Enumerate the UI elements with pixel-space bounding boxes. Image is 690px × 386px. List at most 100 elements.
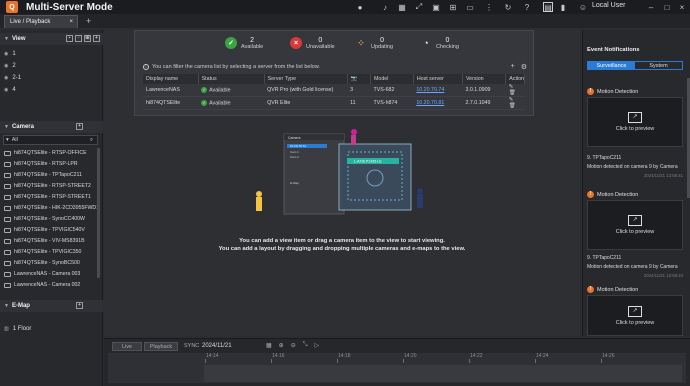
- fit-icon[interactable]: ⤡: [303, 342, 308, 349]
- chevron-down-icon[interactable]: ▼: [4, 124, 9, 130]
- camera-list-item[interactable]: hi874QTSElite - RTSP-OFFICE: [4, 148, 100, 158]
- eye-icon[interactable]: ◉: [4, 87, 8, 93]
- eye-icon[interactable]: ◉: [4, 51, 8, 57]
- main-view-area: ✓ 2 Available × 0 Unavailable ⁘ 0 Updating …: [104, 30, 580, 336]
- app-logo-icon: Q: [6, 1, 18, 13]
- view-item[interactable]: ◉ 2-1: [4, 75, 21, 81]
- add-view-icon[interactable]: +: [93, 35, 100, 42]
- more-icon[interactable]: ⋮: [484, 2, 494, 12]
- server-table: Display name Status Server Type 📷 Model …: [143, 74, 525, 110]
- event-camera[interactable]: 9. TPTapoC211: [587, 155, 621, 161]
- camera-filter-select[interactable]: ▾ All ⌕: [3, 135, 98, 145]
- event-preview[interactable]: ↗ Click to preview: [587, 200, 683, 250]
- timeline-date[interactable]: 2024/11/21: [202, 343, 232, 349]
- host-server-link[interactable]: 10.20.70.81: [416, 100, 444, 106]
- layout-icon[interactable]: ▦: [397, 2, 407, 12]
- view-section-header[interactable]: ▼ View ▪ ▫ ⊞ +: [0, 33, 103, 45]
- lock-icon[interactable]: ▪: [66, 35, 73, 42]
- column-header[interactable]: Status: [198, 74, 265, 84]
- table-row[interactable]: hi874QTSElite ✓ Available QVR Elite 11 TV…: [143, 96, 525, 110]
- delete-icon[interactable]: 🗑: [509, 103, 516, 109]
- eye-icon[interactable]: ◉: [4, 75, 8, 81]
- playback-button[interactable]: Playback: [144, 342, 178, 351]
- column-header[interactable]: Model: [370, 74, 414, 84]
- add-tab-button[interactable]: +: [86, 16, 91, 26]
- empty-view-hint: You can add a view item or drag a camera…: [239, 238, 445, 244]
- event-tabs: Surveillance System: [587, 61, 683, 70]
- view-item[interactable]: ◉ 2: [4, 63, 16, 69]
- camera-list-scrollbar[interactable]: [97, 148, 100, 278]
- fit-icon[interactable]: ⤢: [414, 2, 424, 12]
- chevron-down-icon[interactable]: ▼: [4, 36, 9, 42]
- column-header[interactable]: Version: [462, 74, 507, 84]
- camera-list-item[interactable]: hi874QTSElite - RTSP-STREET1: [4, 192, 100, 202]
- event-preview[interactable]: ↗ Click to preview: [587, 97, 683, 147]
- add-server-icon[interactable]: +: [511, 63, 515, 71]
- tab-system[interactable]: System: [635, 62, 682, 69]
- view-item[interactable]: ◉ 1: [4, 51, 16, 57]
- view-item[interactable]: ◉ 4: [4, 87, 16, 93]
- zoom-in-icon[interactable]: ⊕: [279, 342, 284, 349]
- tab-close-icon[interactable]: ×: [69, 19, 73, 25]
- event-header: ! Motion Detection: [587, 88, 638, 95]
- delete-icon[interactable]: 🗑: [509, 90, 516, 96]
- close-icon[interactable]: ×: [677, 2, 687, 12]
- timeline-track[interactable]: [204, 365, 682, 382]
- maximize-icon[interactable]: □: [662, 2, 672, 12]
- eye-icon[interactable]: ◉: [4, 63, 8, 69]
- add-camera-icon[interactable]: +: [76, 123, 83, 130]
- minimize-icon[interactable]: –: [646, 2, 656, 12]
- snapshot-icon[interactable]: ▣: [431, 2, 441, 12]
- column-header[interactable]: Host server: [413, 74, 463, 84]
- tab-bar: Live / Playback × +: [0, 14, 690, 28]
- event-camera[interactable]: 9. TPTapoC211: [587, 255, 621, 261]
- camera-list-item[interactable]: hi874QTSElite - TPTapoC211: [4, 170, 100, 180]
- live-button[interactable]: Live: [112, 342, 142, 351]
- user-name[interactable]: Local User: [592, 2, 625, 9]
- column-header[interactable]: Display name: [143, 74, 199, 84]
- camera-section-header[interactable]: ▼ Camera +: [0, 121, 103, 133]
- camera-list-item[interactable]: hi874QTSElite - VIV-MS8391B: [4, 236, 100, 246]
- sync-icon[interactable]: ↻: [503, 2, 513, 12]
- camera-list-item[interactable]: hi874QTSElite - SynoBC500: [4, 258, 100, 268]
- timeline-ruler[interactable]: 14:14 14:16 14:18 14:20 14:22 14:24 14:26: [108, 353, 686, 383]
- warning-icon: !: [587, 88, 594, 95]
- camera-count-column-header[interactable]: 📷: [347, 74, 372, 84]
- search-icon[interactable]: ⌕: [90, 137, 93, 144]
- play-icon[interactable]: ▷: [315, 342, 320, 349]
- camera-list-item[interactable]: hi874QTSElite - RTSP-LPR: [4, 159, 100, 169]
- event-preview[interactable]: ↗ Click to preview: [587, 295, 683, 336]
- table-row[interactable]: LawrenceNAS ✓ Available QVR Pro (with Gol…: [143, 84, 525, 97]
- camera-list-item[interactable]: hi874QTSElite - TPVIGIC350: [4, 247, 100, 257]
- calendar-icon[interactable]: ▦: [266, 342, 272, 349]
- user-icon[interactable]: ☺: [578, 2, 588, 12]
- stat-available: ✓ 2 Available: [225, 32, 263, 54]
- host-server-link[interactable]: 10.20.70.74: [416, 87, 444, 93]
- column-header[interactable]: Server Type: [264, 74, 348, 84]
- grid-icon[interactable]: ⊞: [84, 35, 91, 42]
- layout-toggle-icon[interactable]: ▤: [543, 2, 553, 12]
- volume-icon[interactable]: ♪: [380, 2, 390, 12]
- monitor-icon[interactable]: ▭: [465, 2, 475, 12]
- camera-list-item[interactable]: hi874QTSElite - TPVIGIC540V: [4, 225, 100, 235]
- copy-icon[interactable]: ▫: [75, 35, 82, 42]
- camera-list-item[interactable]: hi874QTSElite - SynoCC400W: [4, 214, 100, 224]
- emap-section-header[interactable]: ▼ E-Map +: [0, 300, 103, 312]
- settings-icon[interactable]: ⚙: [521, 63, 527, 71]
- tab-surveillance[interactable]: Surveillance: [588, 62, 635, 69]
- notification-icon[interactable]: ●: [355, 2, 365, 12]
- zoom-out-icon[interactable]: ⊖: [291, 342, 296, 349]
- grid-icon[interactable]: ⊞: [448, 2, 458, 12]
- camera-list-item[interactable]: hi874QTSElite - HIK-2CD3955FWD1: [4, 203, 100, 213]
- add-emap-icon[interactable]: +: [76, 302, 83, 309]
- camera-list-item[interactable]: hi874QTSElite - RTSP-STREET2: [4, 181, 100, 191]
- help-icon[interactable]: ?: [522, 2, 532, 12]
- panel-icon[interactable]: ▮: [558, 2, 568, 12]
- camera-label: hi874QTSElite - SynoBC500: [14, 260, 80, 266]
- camera-list-item[interactable]: LawrenceNAS - Camera 002: [4, 280, 100, 290]
- chevron-down-icon[interactable]: ▼: [4, 303, 9, 309]
- emap-item[interactable]: ▥ 1 Floor: [4, 326, 31, 332]
- camera-list-item[interactable]: LawrenceNAS - Camera 003: [4, 269, 100, 279]
- sync-button[interactable]: SYNC: [184, 343, 199, 349]
- tab-live-playback[interactable]: Live / Playback ×: [4, 15, 78, 28]
